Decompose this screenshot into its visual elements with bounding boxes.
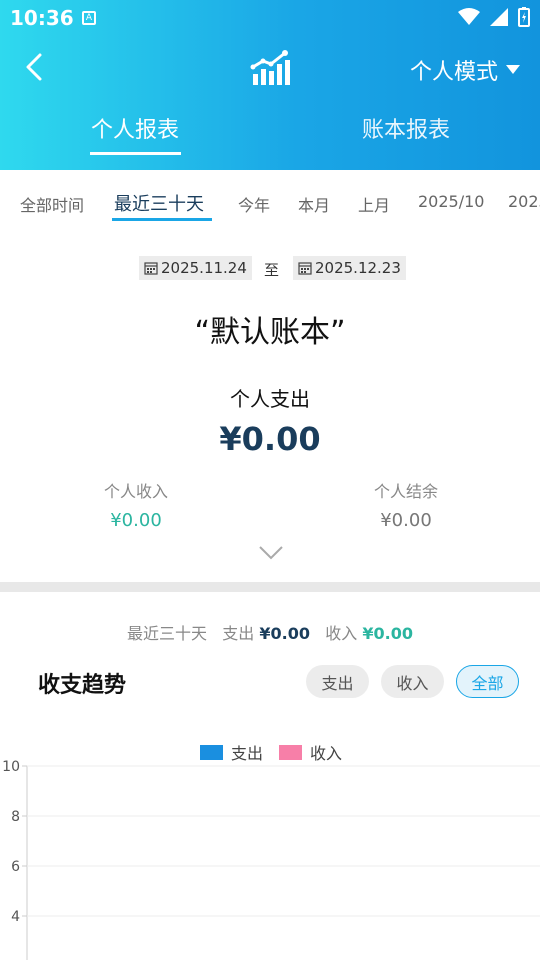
trend-expense-button[interactable]: 支出	[306, 665, 369, 698]
filter-last-month[interactable]: 上月	[358, 192, 390, 216]
personal-balance-value: ¥0.00	[380, 510, 432, 531]
summary-expense-value: ¥0.00	[259, 624, 310, 643]
summary-income-label: 收入	[325, 624, 358, 643]
book-title: “默认账本”	[194, 315, 346, 350]
personal-expense-label: 个人支出	[230, 387, 310, 411]
tab-personal-report[interactable]: 个人报表	[91, 112, 179, 144]
start-date-picker[interactable]: 2025.11.24	[139, 256, 252, 280]
chart-logo-icon	[250, 50, 290, 85]
calendar-icon	[298, 262, 312, 275]
summary-expense-label: 支出	[222, 624, 255, 643]
filter-this-year[interactable]: 今年	[238, 192, 270, 216]
trend-income-button[interactable]: 收入	[381, 665, 444, 698]
filter-indicator	[112, 218, 212, 221]
mode-selector[interactable]: 个人模式	[410, 54, 520, 86]
tab-book-report[interactable]: 账本报表	[362, 112, 450, 144]
date-separator: 至	[264, 261, 280, 279]
filter-all-time[interactable]: 全部时间	[20, 192, 84, 216]
personal-income-label: 个人收入	[103, 482, 168, 501]
start-date: 2025.11.24	[161, 259, 247, 277]
summary-income-value: ¥0.00	[362, 624, 413, 643]
end-date: 2025.12.23	[315, 259, 401, 277]
notification-icon: A	[82, 11, 96, 25]
chart-y-tick-label: 4	[11, 909, 20, 925]
tab-indicator	[90, 152, 181, 155]
status-icons	[458, 7, 530, 27]
status-time: 10:36	[10, 6, 74, 30]
chart-y-tick-label: 6	[11, 859, 20, 875]
filter-this-month[interactable]: 本月	[298, 192, 330, 216]
chevron-down-icon[interactable]	[258, 544, 284, 562]
personal-balance-label: 个人结余	[373, 482, 438, 501]
section-divider	[0, 582, 540, 592]
back-icon[interactable]	[18, 50, 52, 84]
period-summary: 最近三十天 支出 ¥0.00 收入 ¥0.00	[0, 620, 540, 644]
time-filter-bar: 全部时间 最近三十天 今年 本月 上月 2025/10 2025	[0, 170, 540, 232]
app-header: 10:36 A 个人模式 个人报表 账本报表	[0, 0, 540, 170]
chart-y-tick-label: 8	[11, 809, 20, 825]
mode-label: 个人模式	[409, 60, 498, 85]
filter-last-30-days[interactable]: 最近三十天	[114, 190, 204, 216]
personal-income-value: ¥0.00	[110, 510, 162, 531]
trend-chart: 10 8 6 4	[2, 759, 540, 960]
personal-expense-value: ¥0.00	[219, 420, 321, 458]
chart-y-tick-label: 10	[2, 759, 20, 775]
calendar-icon	[144, 262, 158, 275]
summary-period: 最近三十天	[127, 624, 208, 643]
caret-down-icon	[506, 65, 520, 74]
trend-title: 收支趋势	[38, 673, 127, 698]
trend-all-button[interactable]: 全部	[456, 665, 519, 698]
end-date-picker[interactable]: 2025.12.23	[293, 256, 406, 280]
battery-icon	[518, 7, 530, 27]
wifi-icon	[458, 8, 480, 25]
signal-icon	[490, 8, 508, 26]
filter-2025[interactable]: 2025	[508, 192, 540, 211]
filter-2025-10[interactable]: 2025/10	[418, 192, 484, 211]
